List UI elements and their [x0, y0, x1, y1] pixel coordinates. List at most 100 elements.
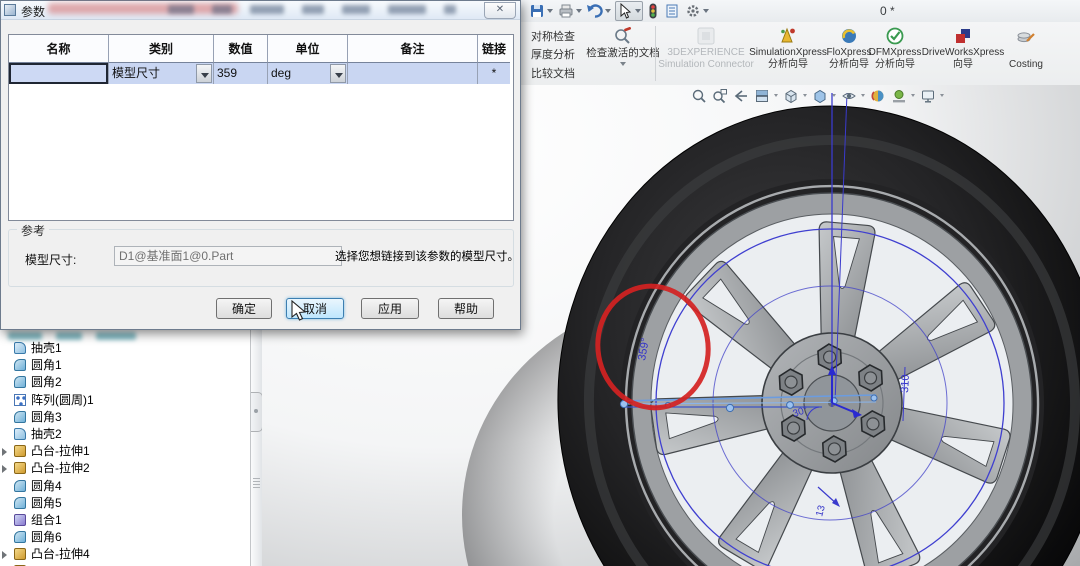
edit-appearance-icon[interactable] — [869, 87, 886, 104]
param-value-cell[interactable]: 359 — [214, 63, 268, 84]
tree-item-fillet6[interactable]: 圆角6 — [0, 529, 250, 546]
rebuild-button[interactable] — [646, 2, 660, 20]
view-settings-icon[interactable] — [919, 87, 936, 104]
expand-arrow-icon[interactable] — [2, 551, 10, 559]
tree-item-fillet5[interactable]: 圆角5 — [0, 495, 250, 512]
select-dropdown-icon[interactable] — [635, 9, 641, 13]
mouse-cursor — [291, 300, 307, 321]
boss-extrude-icon — [14, 548, 26, 561]
costing-button[interactable]: Costing — [995, 24, 1057, 83]
check-document-dropdown-icon[interactable] — [620, 62, 626, 66]
tree-item-boss-extrude4[interactable]: 凸台-拉伸4 — [0, 546, 250, 563]
fillet-icon — [14, 496, 26, 509]
undo-dropdown-icon[interactable] — [605, 9, 611, 13]
view-settings-dropdown-icon[interactable] — [940, 94, 944, 97]
display-style-icon[interactable] — [811, 87, 828, 104]
column-header-note: 备注 — [348, 35, 478, 63]
orientation-dropdown-icon[interactable] — [803, 94, 807, 97]
tree-item-fillet2[interactable]: 圆角2 — [0, 374, 250, 391]
apply-button[interactable]: 应用 — [361, 298, 419, 319]
param-category-dropdown[interactable]: 模型尺寸 — [109, 63, 214, 84]
help-button[interactable]: 帮助 — [438, 298, 494, 319]
check-active-document-button[interactable]: 检查激活的文档 — [585, 24, 661, 83]
splitter-grip[interactable] — [253, 478, 260, 488]
section-view-icon[interactable] — [753, 87, 770, 104]
circular-pattern-icon — [14, 393, 26, 406]
options-button[interactable] — [684, 2, 710, 20]
options-dropdown-icon[interactable] — [703, 9, 709, 13]
3dexperience-connector-button: 3DEXPERIENCE Simulation Connector — [652, 24, 760, 83]
floxpress-icon — [839, 26, 859, 46]
apply-scene-icon[interactable] — [890, 87, 907, 104]
fillet-icon — [14, 531, 26, 544]
model-dimension-field[interactable]: D1@基准面1@0.Part — [114, 246, 342, 266]
combine-icon — [14, 513, 26, 526]
shell-icon — [14, 427, 26, 440]
print-dropdown-icon[interactable] — [576, 9, 582, 13]
close-icon[interactable]: ✕ — [484, 2, 516, 19]
file-properties-button[interactable] — [663, 2, 681, 20]
reference-hint-text: 选择您想链接到该参数的模型尺寸。 — [335, 251, 519, 263]
check-document-icon — [613, 26, 633, 46]
print-button[interactable] — [557, 2, 583, 20]
select-button[interactable] — [615, 1, 643, 21]
reference-group-label: 参考 — [17, 222, 50, 239]
undo-button[interactable] — [586, 2, 612, 20]
driveworksxpress-button[interactable]: DriveWorksXpress 向导 — [919, 24, 1007, 83]
ok-button[interactable]: 确定 — [216, 298, 272, 319]
solidworks-window: 0 * 对称检查 厚度分析 比较文档 检查激活的文档 3DEXPERIENCE … — [0, 0, 1080, 566]
zoom-to-fit-icon[interactable] — [690, 87, 707, 104]
wheel — [557, 105, 1080, 566]
tree-item-shell2[interactable]: 抽壳2 — [0, 426, 250, 443]
driveworksxpress-icon — [953, 26, 973, 46]
document-title: 0 * — [880, 4, 895, 18]
tree-item-fillet3[interactable]: 圆角3 — [0, 409, 250, 426]
save-dropdown-icon[interactable] — [547, 9, 553, 13]
tree-item-fillet1[interactable]: 圆角1 — [0, 357, 250, 374]
model-dimension-label: 模型尺寸: — [25, 253, 77, 267]
expand-arrow-icon[interactable] — [2, 465, 10, 473]
expand-arrow-icon[interactable] — [2, 448, 10, 456]
parameters-table: 名称 类别 数值 单位 备注 链接 模型尺寸 359 deg * — [8, 34, 514, 221]
section-dropdown-icon[interactable] — [774, 94, 778, 97]
dialog-icon — [4, 4, 16, 16]
zoom-to-area-icon[interactable] — [711, 87, 728, 104]
param-unit-dropdown[interactable]: deg — [268, 63, 348, 84]
reference-groupbox: 参考 模型尺寸: D1@基准面1@0.Part 选择您想链接到该参数的模型尺寸。 — [8, 222, 519, 287]
column-header-link: 链接 — [478, 35, 510, 63]
chevron-down-icon[interactable] — [330, 64, 346, 83]
scene-dropdown-icon[interactable] — [911, 94, 915, 97]
tree-item-boss-extrude2[interactable]: 凸台-拉伸2 — [0, 460, 250, 477]
dfmxpress-button[interactable]: DFMXpress 分析向导 — [866, 24, 924, 83]
3dexperience-icon — [696, 26, 716, 46]
boss-extrude-icon — [14, 462, 26, 475]
tree-item-circular-pattern1[interactable]: 阵列(圆周)1 — [0, 392, 250, 409]
tree-item-combine1[interactable]: 组合1 — [0, 512, 250, 529]
simulationxpress-button[interactable]: SimulationXpress 分析向导 — [748, 24, 828, 83]
table-row: 模型尺寸 359 deg * — [9, 63, 513, 84]
fillet-icon — [14, 410, 26, 423]
hide-show-items-icon[interactable] — [840, 87, 857, 104]
dim-radius[interactable]: 310 — [899, 374, 912, 393]
save-button[interactable] — [528, 2, 554, 20]
display-style-dropdown-icon[interactable] — [832, 94, 836, 97]
fillet-icon — [14, 376, 26, 389]
view-orientation-icon[interactable] — [782, 87, 799, 104]
previous-view-icon[interactable] — [732, 87, 749, 104]
shell-icon — [14, 342, 26, 354]
menu-bar-blurred — [168, 5, 456, 14]
param-name-cell[interactable] — [9, 63, 109, 84]
param-note-cell[interactable] — [348, 63, 478, 84]
hide-show-dropdown-icon[interactable] — [861, 94, 865, 97]
dfmxpress-icon — [885, 26, 905, 46]
tree-item-fillet4[interactable]: 圆角4 — [0, 478, 250, 495]
param-link-cell[interactable]: * — [478, 63, 510, 84]
feature-tree: 抽壳1 圆角1 圆角2 阵列(圆周)1 圆角3 抽壳2 凸台-拉伸1 凸台-拉伸… — [0, 340, 250, 566]
costing-icon — [1016, 26, 1036, 46]
thickness-analysis-button[interactable]: 厚度分析 — [531, 46, 589, 62]
symmetry-check-button[interactable]: 对称检查 — [531, 28, 589, 44]
tree-item-shell1[interactable]: 抽壳1 — [0, 340, 250, 357]
compare-documents-button[interactable]: 比较文档 — [531, 65, 589, 81]
tree-item-boss-extrude1[interactable]: 凸台-拉伸1 — [0, 443, 250, 460]
chevron-down-icon[interactable] — [196, 64, 212, 83]
